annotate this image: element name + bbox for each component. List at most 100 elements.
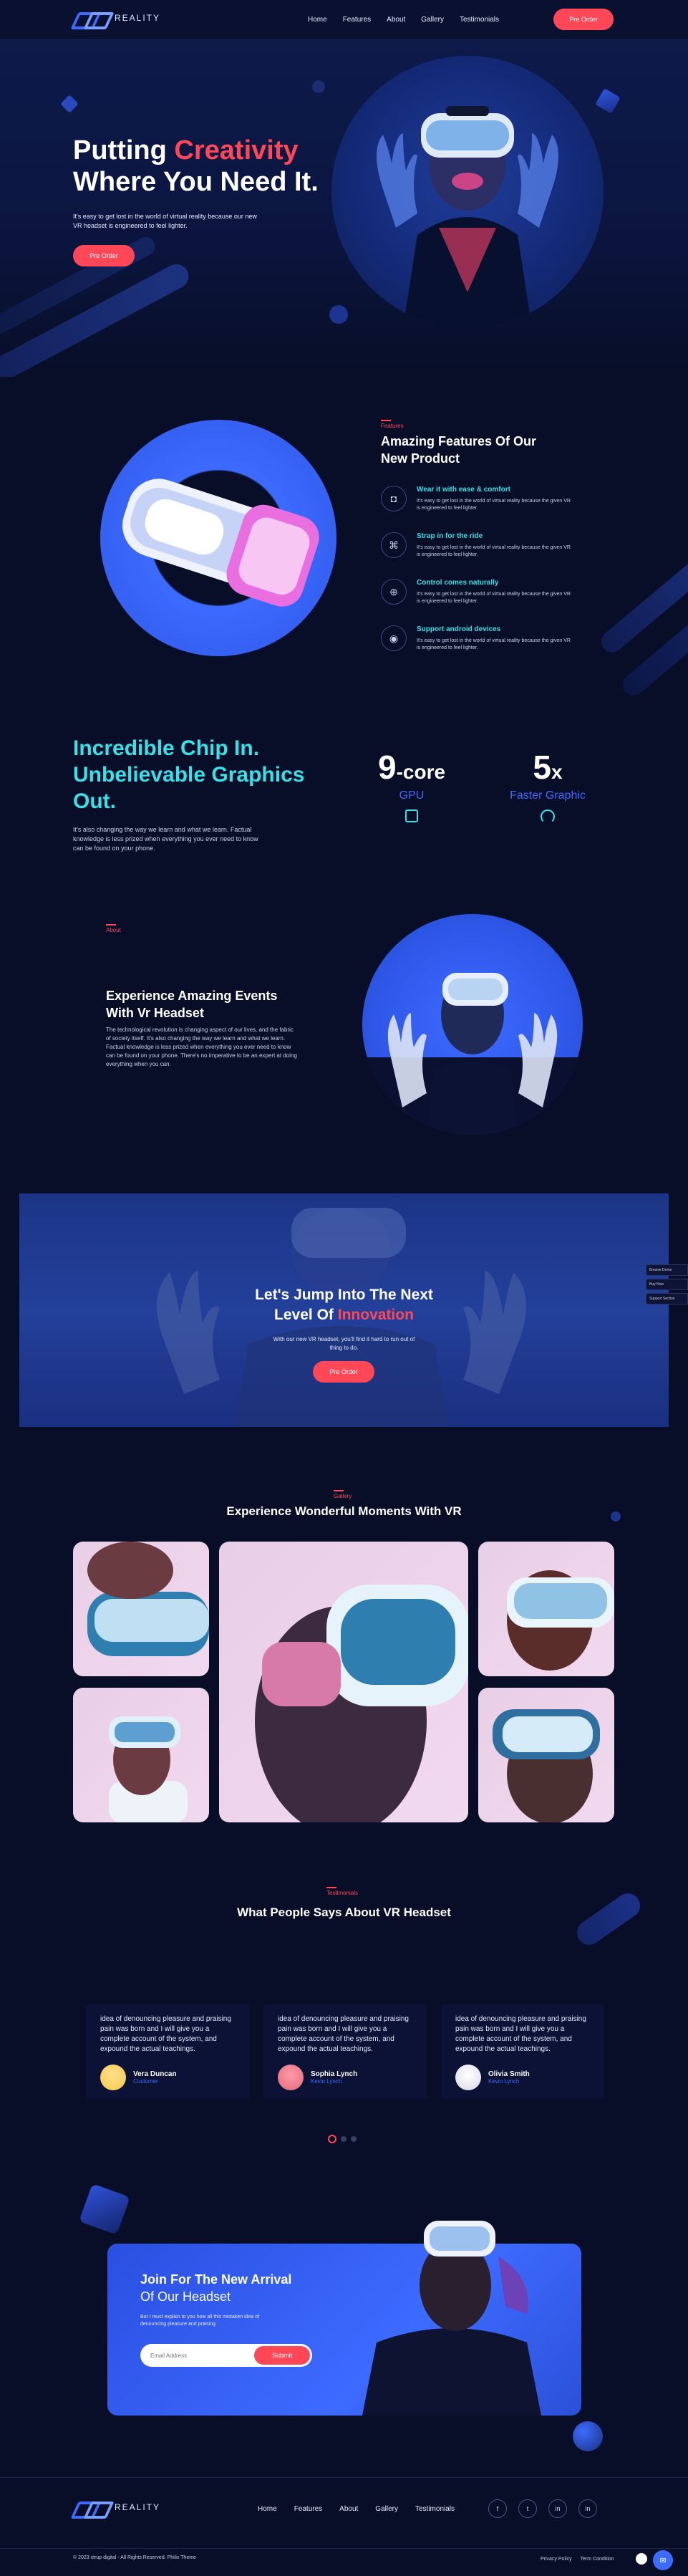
controller-icon: ⊕ xyxy=(381,579,407,605)
gallery-image[interactable] xyxy=(73,1688,209,1822)
testimonial-role: Kevin Lynch xyxy=(311,2078,342,2085)
facebook-icon[interactable]: f xyxy=(488,2499,507,2518)
vr-person-illustration xyxy=(362,973,583,1135)
avatar xyxy=(100,2065,126,2090)
carousel-dot-active[interactable] xyxy=(328,2135,336,2143)
carousel-dot[interactable] xyxy=(351,2136,357,2142)
hero-description: It's easy to get lost in the world of vi… xyxy=(73,213,257,229)
twitter-icon[interactable]: t xyxy=(518,2499,537,2518)
instagram-icon[interactable]: in xyxy=(578,2499,597,2518)
feature-desc: It's easy to get lost in the world of vi… xyxy=(417,499,571,511)
side-widget-support[interactable]: Support Section xyxy=(646,1293,688,1304)
cube-icon xyxy=(595,88,621,114)
footer-logo[interactable]: REALITY xyxy=(73,2499,160,2515)
side-widget: Browse Demo Buy Now Support Section xyxy=(646,1264,688,1304)
footer-link-testimonials[interactable]: Testimonials xyxy=(415,2505,455,2513)
gallery-image[interactable] xyxy=(478,1542,614,1676)
side-widget-browse-demo[interactable]: Browse Demo xyxy=(646,1264,688,1276)
vr-person-illustration xyxy=(376,106,559,328)
footer-link-gallery[interactable]: Gallery xyxy=(375,2505,398,2513)
hero-title-highlight: Creativity xyxy=(174,135,299,165)
cta-title: Let's Jump Into The Next Level Of Innova… xyxy=(19,1285,669,1325)
android-icon: ◉ xyxy=(381,625,407,651)
testimonials-title: What People Says About VR Headset xyxy=(237,1905,451,1919)
feature-item: ⌘ Strap in for the ride It's easy to get… xyxy=(381,532,581,559)
cta-title-prefix: Level Of xyxy=(274,1307,334,1323)
nav-link-features[interactable]: Features xyxy=(343,16,371,24)
footer-menu: Home Features About Gallery Testimonials xyxy=(258,2505,455,2513)
chat-icon[interactable]: ✉ xyxy=(653,2550,673,2570)
stat-value: 5 xyxy=(533,749,551,786)
testimonial-text: idea of denouncing pleasure and praising… xyxy=(100,2015,231,2053)
gallery-image[interactable] xyxy=(478,1688,614,1822)
features-section: Features Amazing Features Of Our New Pro… xyxy=(0,377,688,713)
footer-link-about[interactable]: About xyxy=(339,2505,358,2513)
nav-link-about[interactable]: About xyxy=(387,16,405,24)
events-section: About Experience Amazing Events With Vr … xyxy=(0,903,688,1146)
chip-title-line1: Incredible Chip In. xyxy=(73,736,260,760)
nav-link-gallery[interactable]: Gallery xyxy=(421,16,444,24)
submit-button[interactable]: Submit xyxy=(254,2346,310,2365)
cta-title-highlight: Innovation xyxy=(337,1307,414,1323)
gallery-title: Experience Wonderful Moments With VR xyxy=(226,1504,462,1518)
hero-preorder-button[interactable]: Pre Order xyxy=(73,245,135,266)
decorative-orb xyxy=(573,2421,603,2451)
linkedin-icon[interactable]: in xyxy=(548,2499,567,2518)
nav-link-home[interactable]: Home xyxy=(308,16,327,24)
carousel-dot[interactable] xyxy=(341,2136,347,2142)
testimonial-name: Sophia Lynch xyxy=(311,2070,358,2078)
decorative-orb xyxy=(329,305,348,324)
terms-link[interactable]: Term Condition xyxy=(581,2557,614,2562)
stat-label: GPU xyxy=(399,789,425,802)
nav-preorder-button[interactable]: Pre Order xyxy=(553,9,614,30)
newsletter-title-line2: Of Our Headset xyxy=(140,2289,231,2304)
stat-value: 9 xyxy=(377,749,397,786)
gallery-image[interactable] xyxy=(73,1542,209,1676)
stat-suffix: x xyxy=(551,761,563,783)
feature-title: Wear it with ease & comfort xyxy=(417,486,510,494)
brand-name: REALITY xyxy=(115,13,161,23)
feature-list: ◘ Wear it with ease & comfort It's easy … xyxy=(381,486,581,652)
brand-logo[interactable]: REALITY xyxy=(73,10,160,26)
newsletter-title: Join For The New Arrival Of Our Headset xyxy=(140,2271,291,2305)
nav-link-testimonials[interactable]: Testimonials xyxy=(460,16,499,24)
footer-divider xyxy=(0,2548,688,2549)
cta-preorder-button[interactable]: Pre Order xyxy=(313,1361,374,1383)
decorative-orb xyxy=(312,80,325,93)
testimonials-section: Testimonials What People Says About VR H… xyxy=(0,1878,688,2165)
newsletter-description: But I must explain to you how all this m… xyxy=(140,2315,260,2327)
footer-link-home[interactable]: Home xyxy=(258,2505,277,2513)
stat-graphics: 5x Faster Graphic xyxy=(501,748,594,824)
privacy-policy-link[interactable]: Privacy Policy xyxy=(541,2557,572,2562)
cta-title-line1: Let's Jump Into The Next xyxy=(255,1287,433,1303)
testimonial-card: idea of denouncing pleasure and praising… xyxy=(263,2004,427,2099)
newsletter-title-line1: Join For The New Arrival xyxy=(140,2272,292,2287)
footer-brand-name: REALITY xyxy=(115,2502,161,2512)
vr-headset-illustration xyxy=(122,479,319,607)
gallery-section: Gallery Experience Wonderful Moments Wit… xyxy=(0,1483,688,1841)
testimonial-card: idea of denouncing pleasure and praising… xyxy=(86,2004,249,2099)
logo-icon xyxy=(73,2499,107,2515)
feature-product-image xyxy=(100,420,336,656)
scroll-top-button[interactable] xyxy=(636,2553,647,2565)
newsletter-form: Submit xyxy=(140,2344,312,2367)
testimonial-name: Vera Duncan xyxy=(133,2070,177,2078)
cpu-icon xyxy=(405,809,418,822)
side-widget-buy-now[interactable]: Buy Now xyxy=(646,1279,688,1290)
chip-title-line3: Out. xyxy=(73,789,116,813)
footer: REALITY Home Features About Gallery Test… xyxy=(0,2477,688,2576)
footer-link-features[interactable]: Features xyxy=(294,2505,322,2513)
carousel-dots xyxy=(328,2135,357,2143)
cube-icon xyxy=(79,2183,130,2235)
gamepad-icon: ⌘ xyxy=(381,532,407,558)
speedometer-icon xyxy=(541,809,555,824)
newsletter-image xyxy=(355,2199,548,2416)
feature-item: ⊕ Control comes naturally It's easy to g… xyxy=(381,579,581,605)
testimonial-card: idea of denouncing pleasure and praising… xyxy=(441,2004,604,2099)
cta-description: With our new VR headset, you'll find it … xyxy=(273,1336,415,1351)
avatar xyxy=(455,2065,481,2090)
features-label: Features xyxy=(381,420,404,429)
gallery-image[interactable] xyxy=(219,1542,468,1822)
stat-suffix: -core xyxy=(396,761,446,783)
email-input[interactable] xyxy=(150,2352,243,2359)
